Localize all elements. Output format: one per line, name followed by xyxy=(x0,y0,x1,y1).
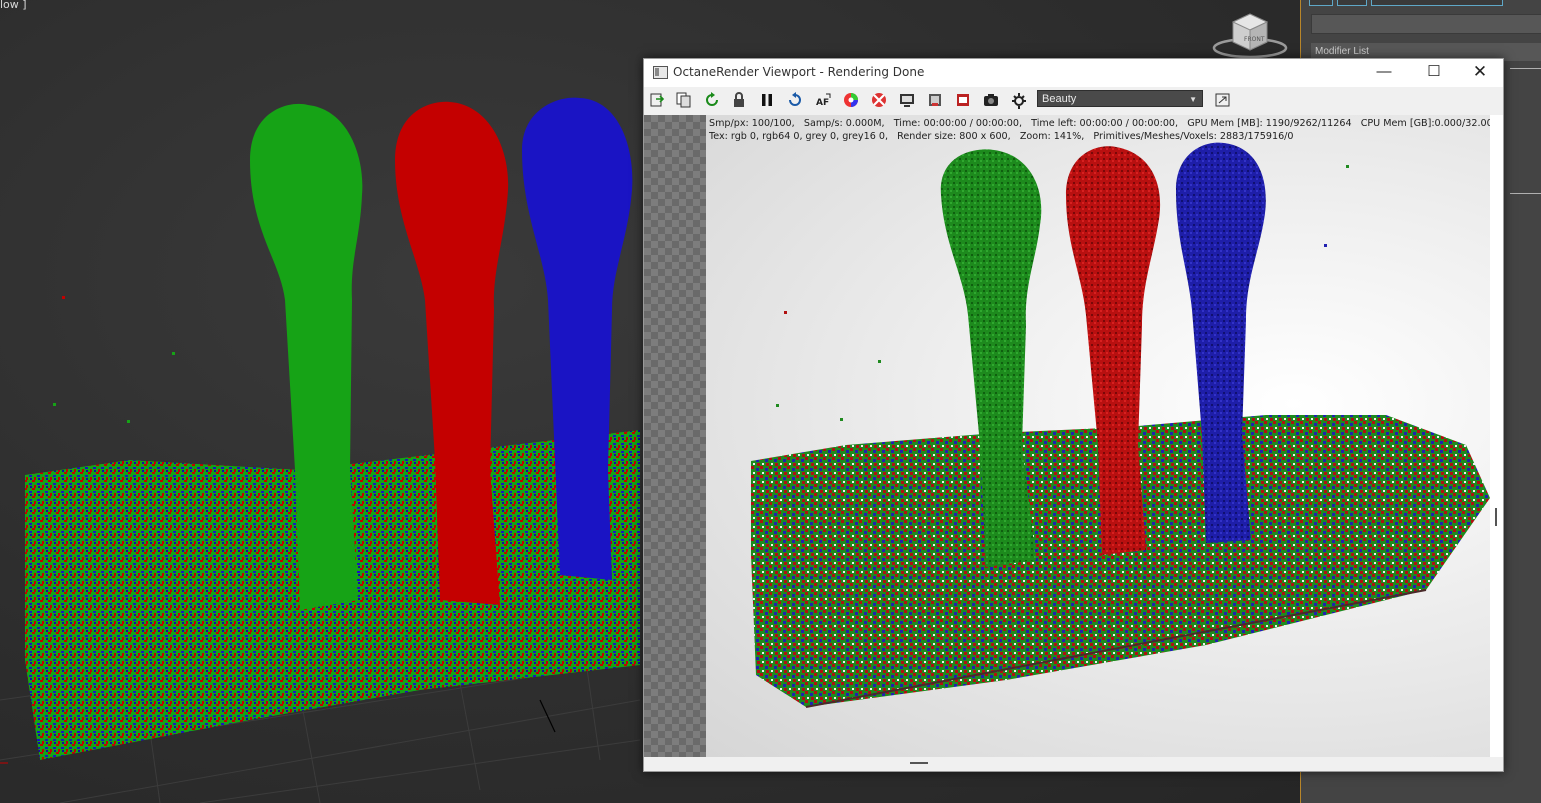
svg-text:AF: AF xyxy=(816,98,829,108)
af-focus-icon[interactable]: AF xyxy=(814,91,832,109)
chevron-down-icon: ▼ xyxy=(1189,95,1197,104)
camera-icon[interactable] xyxy=(982,91,1000,109)
color-wheel-icon[interactable] xyxy=(842,91,860,109)
octane-render-window: OctaneRender Viewport - Rendering Done —… xyxy=(643,58,1504,772)
film-red-icon[interactable] xyxy=(954,91,972,109)
window-titlebar[interactable]: OctaneRender Viewport - Rendering Done —… xyxy=(644,59,1503,87)
resize-grip-icon[interactable] xyxy=(910,762,928,764)
close-button[interactable]: ✕ xyxy=(1457,59,1503,86)
render-pass-value: Beauty xyxy=(1042,93,1077,105)
panel-tab-create[interactable] xyxy=(1309,0,1333,6)
window-status-bar xyxy=(644,757,1503,770)
panel-tab-modify[interactable] xyxy=(1337,0,1367,6)
rendered-image: Smp/px: 100/100, Samp/s: 0.000M, Time: 0… xyxy=(706,115,1490,757)
render-toolbar: AF Beauty ▼ xyxy=(644,87,1503,113)
command-panel-tabs[interactable] xyxy=(1309,0,1541,6)
restart-icon[interactable] xyxy=(786,91,804,109)
app-window-icon xyxy=(653,66,668,79)
modifier-stack[interactable] xyxy=(1510,68,1541,241)
region-icon[interactable] xyxy=(870,91,888,109)
viewport-label[interactable]: low ] xyxy=(0,0,27,11)
render-scroll-handle[interactable] xyxy=(1495,508,1497,526)
panel-tab-hierarchy[interactable] xyxy=(1371,0,1503,6)
minimize-button[interactable]: — xyxy=(1361,59,1407,86)
settings-icon[interactable] xyxy=(1010,91,1028,109)
window-title: OctaneRender Viewport - Rendering Done xyxy=(673,65,925,79)
render-stats-line1: Smp/px: 100/100, Samp/s: 0.000M, Time: 0… xyxy=(709,118,1490,129)
copy-icon[interactable] xyxy=(675,91,693,109)
monitor-icon[interactable] xyxy=(898,91,916,109)
transparency-checker xyxy=(644,115,706,757)
maximize-button[interactable]: ☐ xyxy=(1411,59,1457,86)
export-icon[interactable] xyxy=(648,91,666,109)
film-icon[interactable] xyxy=(926,91,944,109)
viewcube-front-label: FRONT xyxy=(1244,36,1265,43)
object-name-field[interactable] xyxy=(1311,14,1541,34)
render-stats-line2: Tex: rgb 0, rgb64 0, grey 0, grey16 0, R… xyxy=(709,131,1294,142)
lock-icon[interactable] xyxy=(730,91,748,109)
viewcube[interactable]: FRONT xyxy=(1205,8,1295,63)
refresh-icon[interactable] xyxy=(703,91,721,109)
render-stats: Smp/px: 100/100, Samp/s: 0.000M, Time: 0… xyxy=(709,117,1490,143)
fit-view-icon[interactable] xyxy=(1214,91,1232,109)
pause-icon[interactable] xyxy=(758,91,776,109)
render-area[interactable]: Smp/px: 100/100, Samp/s: 0.000M, Time: 0… xyxy=(644,115,1503,757)
render-pass-select[interactable]: Beauty ▼ xyxy=(1037,90,1203,107)
